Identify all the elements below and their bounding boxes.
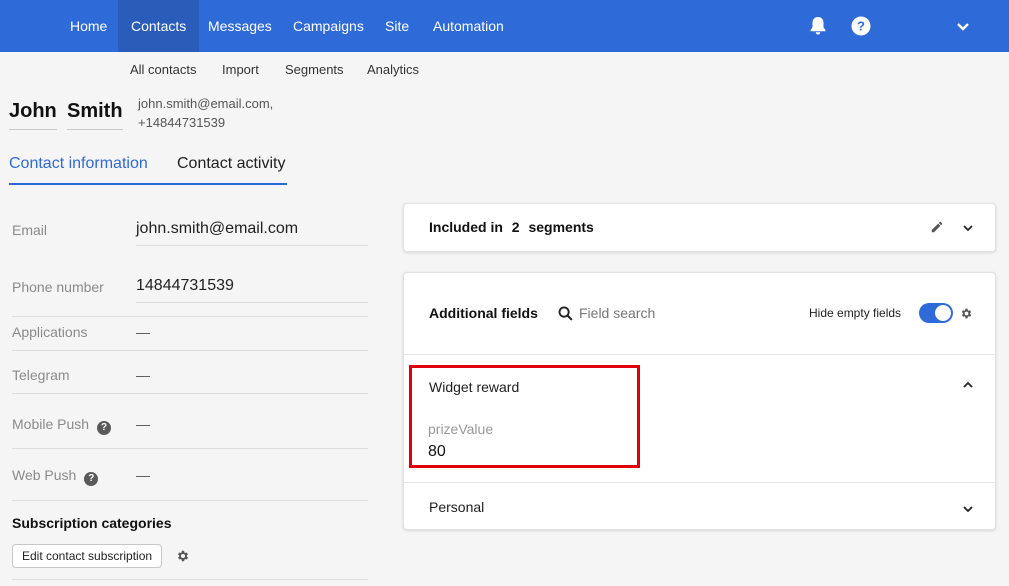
top-navigation-bar: Home Contacts Messages Campaigns Site Au… <box>0 0 1009 52</box>
divider <box>12 579 368 580</box>
segments-summary: Included in 2 segments <box>429 219 599 235</box>
field-search-input[interactable] <box>579 305 699 321</box>
nav-site[interactable]: Site <box>372 0 422 52</box>
field-search[interactable] <box>557 303 699 323</box>
tab-contact-information[interactable]: Contact information <box>9 155 153 185</box>
nav-contacts[interactable]: Contacts <box>118 0 200 52</box>
chevron-up-icon[interactable] <box>960 377 976 393</box>
mobile-push-label-text: Mobile Push <box>12 416 90 432</box>
contact-email-summary: john.smith@email.com, <box>138 96 274 111</box>
mobile-push-label: Mobile Push? <box>12 416 112 435</box>
web-push-label-text: Web Push <box>12 467 77 483</box>
divider <box>12 350 368 351</box>
divider <box>136 302 368 303</box>
applications-value: — <box>136 324 150 340</box>
edit-pencil-icon[interactable] <box>930 220 944 234</box>
personal-section-header[interactable]: Personal <box>429 499 484 515</box>
nav-campaigns[interactable]: Campaigns <box>280 0 377 52</box>
segments-suffix: segments <box>528 219 594 235</box>
help-icon[interactable]: ? <box>97 421 112 435</box>
hide-empty-fields-label: Hide empty fields <box>809 306 902 320</box>
svg-text:?: ? <box>857 19 865 34</box>
toggle-knob <box>935 305 951 321</box>
highlight-box <box>409 365 640 468</box>
chevron-down-icon[interactable] <box>951 14 975 38</box>
phone-label: Phone number <box>12 279 104 295</box>
contact-first-name[interactable]: John <box>9 100 57 130</box>
subnav-import[interactable]: Import <box>222 62 259 77</box>
divider <box>12 393 368 394</box>
telegram-label: Telegram <box>12 367 70 383</box>
applications-label: Applications <box>12 324 88 340</box>
bell-icon[interactable] <box>806 14 830 38</box>
nav-messages[interactable]: Messages <box>195 0 285 52</box>
subnav-all-contacts[interactable]: All contacts <box>130 62 196 77</box>
divider <box>404 482 995 483</box>
gear-icon[interactable] <box>960 307 973 320</box>
subscription-categories-title: Subscription categories <box>12 515 172 531</box>
divider <box>12 500 368 501</box>
subnav-analytics[interactable]: Analytics <box>367 62 419 77</box>
additional-fields-title: Additional fields <box>429 305 538 321</box>
nav-home[interactable]: Home <box>57 0 120 52</box>
mobile-push-value: — <box>136 416 150 432</box>
tab-contact-activity[interactable]: Contact activity <box>153 155 287 185</box>
phone-value[interactable]: 14844731539 <box>136 277 234 295</box>
nav-automation[interactable]: Automation <box>420 0 517 52</box>
contact-last-name[interactable]: Smith <box>67 100 123 130</box>
web-push-value: — <box>136 467 150 483</box>
email-label: Email <box>12 222 48 238</box>
help-icon[interactable]: ? <box>84 472 99 486</box>
email-value[interactable]: john.smith@email.com <box>136 220 298 238</box>
segments-card: Included in 2 segments <box>403 203 996 252</box>
gear-icon[interactable] <box>176 549 190 563</box>
chevron-down-icon[interactable] <box>960 220 976 236</box>
divider <box>12 448 368 449</box>
divider <box>404 354 995 355</box>
segments-prefix: Included in <box>429 219 503 235</box>
hide-empty-fields-toggle[interactable] <box>919 303 953 323</box>
subnav-segments[interactable]: Segments <box>285 62 344 77</box>
chevron-down-icon[interactable] <box>960 501 976 517</box>
search-icon <box>558 306 573 321</box>
help-circle-icon[interactable]: ? <box>849 14 873 38</box>
edit-contact-subscription-button[interactable]: Edit contact subscription <box>12 544 163 568</box>
web-push-label: Web Push? <box>12 467 99 486</box>
segments-count: 2 <box>511 219 520 235</box>
divider <box>12 316 368 317</box>
divider <box>136 245 368 246</box>
telegram-value: — <box>136 367 150 383</box>
contact-phone-summary: +14844731539 <box>138 115 226 130</box>
